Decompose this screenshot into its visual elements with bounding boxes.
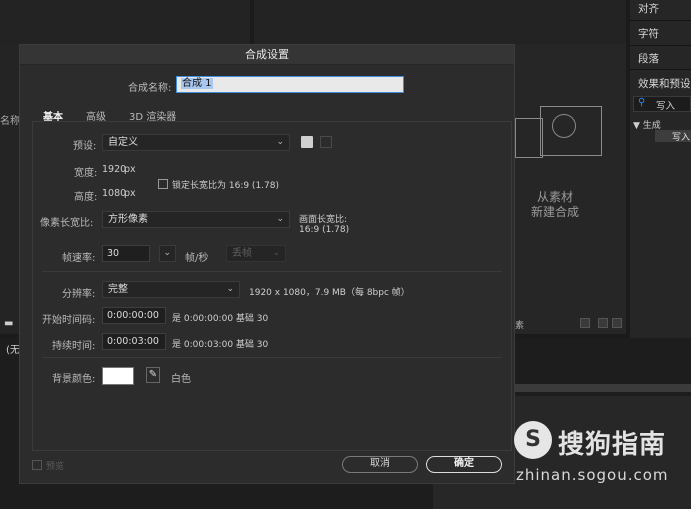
- panel-align[interactable]: 对齐: [638, 1, 659, 16]
- viewer-toggle-button[interactable]: [580, 318, 590, 328]
- width-label: 宽度:: [74, 168, 98, 179]
- duration-label: 持续时间:: [52, 341, 96, 352]
- left-project-panel: [0, 44, 19, 334]
- start-timecode-info: 是 0:00:00:00 基础 30: [172, 314, 269, 324]
- panel-paragraph[interactable]: 段落: [638, 51, 659, 66]
- background-color-swatch[interactable]: [102, 367, 134, 385]
- fps-unit-label: 帧/秒: [185, 253, 209, 264]
- left-paren-label: (无: [6, 345, 20, 356]
- cancel-button[interactable]: 取消: [342, 456, 418, 473]
- watermark-text: 搜狗指南: [558, 430, 667, 460]
- viewer-toggle-button[interactable]: [612, 318, 622, 328]
- duration-input[interactable]: 0:00:03:00: [102, 333, 166, 350]
- divider: [42, 271, 502, 272]
- source-shape-icon: [552, 114, 576, 138]
- width-unit: px: [124, 164, 136, 175]
- height-unit: px: [124, 188, 136, 199]
- resolution-value: 完整: [108, 284, 128, 295]
- preview-checkbox[interactable]: [32, 460, 42, 470]
- chevron-down-icon: ⌄: [272, 248, 280, 258]
- preset-label: 预设:: [73, 141, 97, 152]
- lock-aspect-checkbox[interactable]: [158, 179, 168, 189]
- search-icon: ⚲: [638, 97, 646, 108]
- frame-aspect-value: 16:9 (1.78): [299, 225, 350, 235]
- film-icon: [515, 118, 543, 158]
- start-timecode-input[interactable]: 0:00:00:00: [102, 307, 166, 324]
- top-left-panel: [0, 0, 250, 44]
- preset-value: 自定义: [108, 137, 138, 148]
- chevron-down-icon: ⌄: [226, 284, 234, 294]
- divider: [630, 45, 691, 46]
- divider: [630, 20, 691, 21]
- resolution-info: 1920 x 1080，7.9 MB（每 8bpc 帧）: [249, 288, 410, 298]
- start-timecode-label: 开始时间码:: [42, 315, 96, 326]
- pixel-aspect-value: 方形像素: [108, 214, 148, 225]
- top-center-panel: [254, 0, 626, 44]
- preset-select[interactable]: 自定义 ⌄: [102, 134, 290, 151]
- frame-rate-value: 30: [107, 248, 120, 259]
- composition-name-input[interactable]: 合成 1: [176, 76, 404, 93]
- duration-info: 是 0:00:03:00 基础 30: [172, 340, 269, 350]
- frame-aspect-label: 画面长宽比:: [299, 215, 348, 225]
- chevron-down-icon: ⌄: [276, 214, 284, 224]
- composition-settings-dialog: 合成设置 合成名称: 合成 1 基本 高级 3D 渲染器 预设: 自定义 ⌄ 宽…: [19, 44, 515, 484]
- resolution-label: 分辨率:: [62, 289, 96, 300]
- start-timecode-value: 0:00:00:00: [107, 310, 159, 321]
- eyedropper-icon[interactable]: ✎: [146, 367, 160, 383]
- effects-search-value: 写入: [656, 101, 676, 112]
- sogou-logo-icon: S: [514, 421, 552, 459]
- panel-effects-presets[interactable]: 效果和预设: [638, 76, 691, 91]
- ok-button[interactable]: 确定: [426, 456, 502, 473]
- frame-rate-label: 帧速率:: [62, 253, 96, 264]
- pixel-aspect-label: 像素长宽比:: [40, 218, 94, 229]
- duration-value: 0:00:03:00: [107, 336, 159, 347]
- left-name-label: 名称: [0, 116, 20, 127]
- frame-rate-input[interactable]: 30: [102, 245, 150, 262]
- new-from-footage-line2[interactable]: 新建合成: [531, 203, 579, 220]
- delete-preset-icon[interactable]: [320, 136, 332, 148]
- preview-label: 预览: [46, 462, 65, 472]
- viewer-toggle-button[interactable]: [598, 318, 608, 328]
- divider: [630, 69, 691, 70]
- save-preset-icon[interactable]: [301, 136, 313, 148]
- background-color-label: 背景颜色:: [52, 374, 96, 385]
- background-color-name: 白色: [171, 374, 191, 385]
- composition-name-value: 合成 1: [181, 78, 213, 89]
- drop-frame-select[interactable]: 丢帧 ⌄: [226, 245, 286, 262]
- lock-aspect-label: 锁定长宽比为 16:9 (1.78): [172, 181, 279, 191]
- watermark-url: zhinan.sogou.com: [516, 466, 669, 484]
- chevron-down-icon: ⌄: [163, 248, 171, 258]
- composition-name-label: 合成名称:: [128, 83, 172, 94]
- dialog-title: 合成设置: [20, 45, 514, 65]
- folder-icon[interactable]: ▬: [4, 318, 13, 329]
- pixel-aspect-select[interactable]: 方形像素 ⌄: [102, 211, 290, 228]
- frame-rate-dropdown[interactable]: ⌄: [159, 245, 176, 262]
- height-label: 高度:: [74, 192, 98, 203]
- chevron-down-icon: ⌄: [276, 137, 284, 147]
- divider: [42, 357, 502, 358]
- width-value[interactable]: 1920: [102, 164, 126, 175]
- height-value[interactable]: 1080: [102, 188, 126, 199]
- resolution-select[interactable]: 完整 ⌄: [102, 281, 240, 298]
- viewer-footer-text: 素: [515, 321, 525, 331]
- tree-item-label: 写入: [672, 133, 691, 143]
- timeline-ruler: [515, 384, 691, 392]
- panel-character[interactable]: 字符: [638, 26, 659, 41]
- drop-frame-value: 丢帧: [232, 248, 252, 259]
